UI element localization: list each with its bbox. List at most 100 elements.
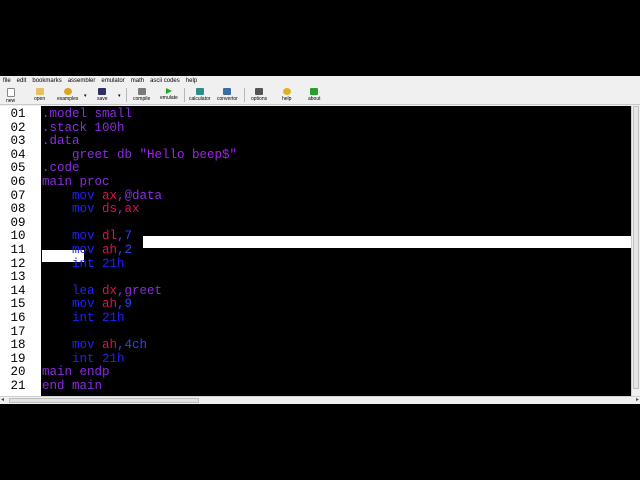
code-token: .stack 100h: [42, 120, 125, 135]
code-token: ,greet: [117, 283, 163, 298]
code-text: mov ah,4ch: [42, 338, 147, 353]
menu-file[interactable]: file: [3, 76, 11, 86]
help-icon: [282, 88, 291, 95]
code-token: .data: [42, 134, 80, 149]
code-token: ah: [102, 297, 118, 312]
help-button[interactable]: help: [282, 87, 291, 104]
calculator-button[interactable]: calculator: [189, 87, 210, 104]
code-line[interactable]: 13: [0, 271, 631, 285]
horizontal-scroll-thumb[interactable]: [9, 398, 199, 403]
examples-dropdown-icon[interactable]: ▾: [84, 93, 87, 99]
convertor-button[interactable]: convertor: [217, 87, 238, 104]
menu-assembler[interactable]: assembler: [68, 76, 96, 86]
menu-ascii-codes[interactable]: ascii codes: [150, 76, 180, 86]
code-text: greet db "Hello beep$": [42, 148, 237, 163]
code-text: int 21h: [42, 311, 125, 326]
code-line[interactable]: 11 mov ah,2: [0, 243, 631, 258]
code-line[interactable]: 12 int 21h: [0, 256, 631, 272]
compile-button[interactable]: compile: [133, 87, 150, 104]
code-token: int 21h: [42, 351, 125, 366]
code-line[interactable]: 02 .stack 100h: [0, 120, 631, 136]
about-button[interactable]: about: [308, 87, 321, 104]
scroll-left-arrow-icon[interactable]: ◂: [1, 397, 4, 404]
code-token: mov: [42, 229, 103, 244]
line-number: 01: [0, 107, 36, 122]
code-line[interactable]: 20 main endp: [0, 366, 631, 380]
code-line[interactable]: 21 end main: [0, 379, 631, 394]
code-token: ,@data: [117, 188, 163, 203]
menu-help[interactable]: help: [186, 76, 197, 86]
code-token: .code: [42, 161, 80, 176]
options-button[interactable]: options: [251, 87, 267, 104]
code-text: mov ax,@data: [42, 188, 163, 204]
save-disk-icon: [98, 88, 107, 95]
toolbar-separator: [244, 88, 245, 102]
code-line[interactable]: 03 .data: [0, 134, 631, 149]
line-number: 14: [0, 284, 36, 299]
code-text: end main: [42, 379, 102, 394]
emulate-play-icon: [165, 88, 172, 94]
line-number: 02: [0, 121, 36, 136]
code-line[interactable]: 16 int 21h: [0, 311, 631, 326]
code-text: mov dl,7: [42, 230, 132, 244]
emulate-button[interactable]: emulate: [160, 87, 178, 104]
line-number: 04: [0, 148, 36, 163]
menu-emulator[interactable]: emulator: [101, 76, 124, 86]
convertor-icon: [223, 88, 232, 95]
code-token: int 21h: [42, 256, 125, 271]
code-line[interactable]: 05 .code: [0, 162, 631, 176]
toolbar-separator: [184, 88, 185, 102]
code-token: mov: [42, 297, 103, 312]
code-token: ax: [124, 202, 140, 217]
code-line[interactable]: 17: [0, 325, 631, 340]
menu-bookmarks[interactable]: bookmarks: [32, 76, 61, 86]
code-text: .model small: [42, 107, 132, 122]
code-line[interactable]: 01 .model small: [0, 107, 631, 122]
code-line[interactable]: 08 mov ds,ax: [0, 202, 631, 217]
code-line[interactable]: 04 greet db "Hello beep$": [0, 148, 631, 163]
code-token: int 21h: [42, 311, 125, 325]
code-line[interactable]: 10 mov dl,7: [0, 230, 631, 244]
toolbar: new open examples ▾ save ▾ compile emula…: [0, 86, 640, 105]
horizontal-scrollbar[interactable]: ◂ ▸: [0, 396, 640, 404]
line-number: 09: [0, 216, 36, 231]
menu-edit[interactable]: edit: [17, 76, 27, 86]
calculator-icon: [195, 88, 204, 95]
code-token: main proc: [42, 175, 110, 189]
code-token: lea: [42, 283, 103, 298]
code-line[interactable]: 15 mov ah,9: [0, 298, 631, 312]
code-line[interactable]: 19 int 21h: [0, 351, 631, 367]
vertical-scroll-thumb[interactable]: [633, 106, 639, 389]
scroll-right-arrow-icon[interactable]: ▸: [636, 397, 639, 404]
code-token: dx: [102, 283, 118, 298]
line-number: 03: [0, 135, 36, 149]
toolbar-separator: [126, 88, 127, 102]
code-text: mov ah,2: [42, 243, 132, 258]
compile-icon: [137, 88, 146, 95]
save-dropdown-icon[interactable]: ▾: [118, 93, 121, 99]
examples-button[interactable]: examples: [57, 87, 78, 104]
save-button[interactable]: save: [97, 87, 108, 104]
code-editor[interactable]: 01 .model small 02 .stack 100h 03 .data 04 gre…: [0, 106, 640, 396]
emu8086-window: file edit bookmarks assembler emulator m…: [0, 76, 640, 404]
code-token: ah: [102, 338, 118, 353]
code-text: main endp: [42, 366, 110, 380]
new-button[interactable]: new: [6, 87, 15, 104]
code-text: main proc: [42, 175, 110, 190]
open-folder-icon: [35, 88, 44, 95]
line-number: 19: [0, 352, 36, 367]
code-line[interactable]: 06 main proc: [0, 175, 631, 190]
menu-math[interactable]: math: [131, 76, 144, 86]
code-token: mov: [42, 188, 103, 203]
code-line[interactable]: 14 lea dx,greet: [0, 283, 631, 299]
new-file-icon: [6, 88, 15, 97]
code-line[interactable]: 09: [0, 216, 631, 231]
code-line[interactable]: 07 mov ax,@data: [0, 188, 631, 204]
vertical-scrollbar[interactable]: [631, 106, 640, 396]
open-button[interactable]: open: [34, 87, 45, 104]
line-number: 13: [0, 271, 36, 285]
code-token: mov: [42, 202, 103, 217]
code-line[interactable]: 18 mov ah,4ch: [0, 338, 631, 353]
code-token: ,7: [117, 229, 133, 244]
options-tools-icon: [255, 88, 264, 95]
